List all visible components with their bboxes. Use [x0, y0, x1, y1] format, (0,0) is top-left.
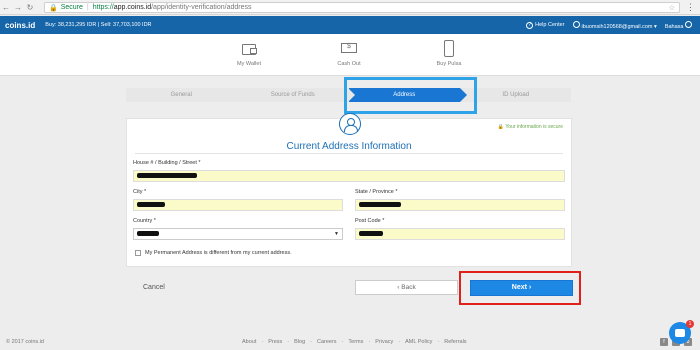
- app-header: coins.id Buy: 38,231,295 IDR | Sell: 37,…: [0, 16, 700, 34]
- url-path: /app/identity-verification/address: [151, 4, 252, 11]
- address-form-card: 🔒 Your information is secure Current Add…: [126, 113, 572, 267]
- lock-icon: 🔒: [49, 4, 58, 12]
- footer-dot: ·: [437, 339, 440, 345]
- language-label: Bahasa: [664, 23, 684, 30]
- tool-label: Buy Pulsa: [436, 61, 462, 67]
- active-step-highlight: [344, 77, 477, 114]
- step-label: Source of Funds: [270, 92, 315, 98]
- footer-dot: ·: [398, 339, 401, 345]
- user-icon: [572, 20, 580, 28]
- tool-label: My Wallet: [237, 61, 261, 67]
- step-id-upload: ID Upload: [460, 88, 571, 102]
- step-general: General: [126, 88, 244, 102]
- language-menu[interactable]: Bahasa: [664, 20, 694, 30]
- footer-link-aml-policy[interactable]: AML Policy: [405, 339, 432, 345]
- redacted-value: [137, 231, 159, 237]
- chevron-down-icon: ▼: [334, 231, 339, 237]
- browser-menu-icon[interactable]: ⋮: [686, 2, 695, 13]
- footer-link-press[interactable]: Press: [268, 339, 282, 345]
- step-label: ID Upload: [502, 92, 530, 98]
- footer-dot: ·: [341, 339, 344, 345]
- permanent-address-checkbox[interactable]: [135, 250, 141, 256]
- back-button[interactable]: ‹ Back: [355, 280, 458, 295]
- state-label: State / Province *: [355, 189, 398, 195]
- footer-links: About · Press · Blog · Careers · Terms ·…: [242, 339, 467, 345]
- settings-gear-icon: [685, 20, 692, 28]
- footer-link-blog[interactable]: Blog: [294, 339, 305, 345]
- back-arrow-icon[interactable]: ←: [0, 3, 12, 12]
- wallet-icon: [239, 40, 259, 58]
- postcode-input[interactable]: [355, 228, 565, 240]
- cash-icon: [339, 40, 359, 58]
- omnibox-separator: |: [86, 4, 89, 11]
- footer-dot: ·: [261, 339, 264, 345]
- address-bar[interactable]: 🔒 Secure | https:// app.coins.id /app/id…: [44, 2, 680, 13]
- help-center-label: Help Center: [535, 21, 565, 28]
- footer-link-referrals[interactable]: Referrals: [444, 339, 466, 345]
- city-label: City *: [133, 189, 147, 195]
- facebook-icon[interactable]: f: [660, 338, 668, 346]
- tool-label: Cash Out: [337, 61, 361, 67]
- phone-icon: [439, 40, 459, 58]
- country-label: Country *: [133, 218, 156, 224]
- footer-link-about[interactable]: About: [242, 339, 256, 345]
- street-input[interactable]: [133, 170, 565, 182]
- footer: © 2017 coins.id About · Press · Blog · C…: [0, 336, 700, 350]
- footer-dot: ·: [368, 339, 371, 345]
- bookmark-star-icon[interactable]: ☆: [669, 4, 675, 12]
- postcode-label: Post Code *: [355, 218, 385, 224]
- header-right: ? Help Center ibuomsih120568@gmail.com ▾ …: [526, 16, 694, 34]
- logo[interactable]: coins.id: [5, 21, 35, 30]
- footer-link-privacy[interactable]: Privacy: [375, 339, 393, 345]
- url-host: app.coins.id: [113, 4, 152, 11]
- chat-badge: 1: [686, 320, 694, 328]
- street-label: House # / Building / Street *: [133, 160, 201, 166]
- question-icon: ?: [526, 21, 534, 29]
- permanent-address-option: My Permanent Address is different from m…: [135, 250, 292, 256]
- copyright: © 2017 coins.id: [6, 339, 44, 345]
- user-menu[interactable]: ibuomsih120568@gmail.com ▾: [572, 20, 657, 30]
- tool-nav: My Wallet Cash Out Buy Pulsa: [0, 34, 700, 76]
- title-divider: [135, 153, 563, 154]
- cancel-button[interactable]: Cancel: [143, 284, 165, 291]
- user-avatar-icon: [339, 113, 361, 135]
- price-ticker: Buy: 38,231,295 IDR | Sell: 37,703,100 I…: [45, 22, 152, 28]
- forward-arrow-icon[interactable]: →: [12, 3, 24, 12]
- progress-steps: General Source of Funds Address ID Uploa…: [126, 88, 572, 102]
- step-source-of-funds: Source of Funds: [237, 88, 355, 102]
- browser-toolbar: ← → ↻ 🔒 Secure | https:// app.coins.id /…: [0, 0, 700, 15]
- redacted-value: [359, 202, 401, 208]
- state-input[interactable]: [355, 199, 565, 211]
- url-scheme: https://: [92, 4, 114, 11]
- next-button-highlight: [459, 271, 581, 305]
- footer-link-terms[interactable]: Terms: [348, 339, 363, 345]
- tool-cash-out[interactable]: Cash Out: [319, 40, 379, 67]
- tool-buy-pulsa[interactable]: Buy Pulsa: [419, 40, 479, 67]
- tool-my-wallet[interactable]: My Wallet: [219, 40, 279, 67]
- help-center-link[interactable]: ? Help Center: [526, 21, 565, 29]
- redacted-value: [359, 231, 383, 237]
- city-input[interactable]: [133, 199, 343, 211]
- footer-link-careers[interactable]: Careers: [317, 339, 337, 345]
- secure-label: Secure: [60, 4, 83, 11]
- country-select[interactable]: ▼: [133, 228, 343, 240]
- secure-note: 🔒 Your information is secure: [497, 124, 563, 130]
- form-title: Current Address Information: [286, 141, 412, 152]
- permanent-address-label: My Permanent Address is different from m…: [145, 250, 292, 256]
- footer-dot: ·: [310, 339, 312, 345]
- step-label: General: [170, 92, 192, 98]
- redacted-value: [137, 202, 165, 208]
- reload-icon[interactable]: ↻: [24, 3, 36, 12]
- user-email: ibuomsih120568@gmail.com ▾: [581, 23, 657, 30]
- footer-dot: ·: [287, 339, 290, 345]
- redacted-value: [137, 173, 197, 179]
